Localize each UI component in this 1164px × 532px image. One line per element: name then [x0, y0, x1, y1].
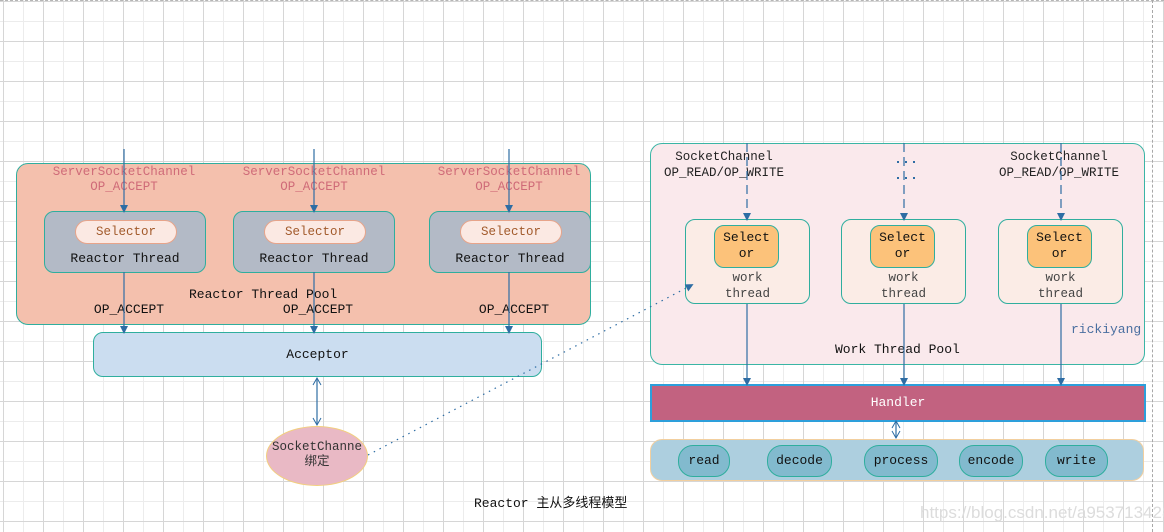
op-accept-label-3: OP_ACCEPT — [478, 302, 550, 317]
reactor-thread-1[interactable]: Selector Reactor Thread — [44, 211, 206, 273]
work-selector-3[interactable]: Select or — [1027, 225, 1092, 268]
op-encode[interactable]: encode — [959, 445, 1023, 477]
work-thread-text: thread — [1037, 287, 1083, 301]
channel-event: OP_READ/OP_WRITE — [998, 166, 1120, 180]
op-read[interactable]: read — [678, 445, 730, 477]
reactor-thread-2[interactable]: Selector Reactor Thread — [233, 211, 395, 273]
channel-name: ServerSocketChannel — [52, 165, 196, 179]
reactor-thread-label: Reactor Thread — [455, 251, 565, 266]
selector-text: Select — [1036, 230, 1083, 245]
selector-text: or — [894, 246, 911, 261]
work-thread-label: work thread — [999, 270, 1122, 302]
reactor-thread-3[interactable]: Selector Reactor Thread — [429, 211, 591, 273]
bind-line-1: SocketChanne — [271, 440, 362, 454]
channel-name: SocketChannel — [675, 150, 773, 164]
work-thread-text: thread — [880, 287, 926, 301]
bind-line-2: 绑定 — [304, 455, 330, 469]
op-decode[interactable]: decode — [767, 445, 832, 477]
selector-2[interactable]: Selector — [264, 220, 366, 244]
selector-1[interactable]: Selector — [75, 220, 177, 244]
server-socket-channel-label-1: ServerSocketChannel OP_ACCEPT — [34, 165, 214, 195]
channel-event: OP_ACCEPT — [90, 180, 158, 194]
op-write[interactable]: write — [1045, 445, 1108, 477]
work-thread-text: work — [1045, 271, 1076, 285]
reactor-thread-label: Reactor Thread — [259, 251, 369, 266]
canvas-right-border — [1152, 0, 1153, 532]
work-selector-1[interactable]: Select or — [714, 225, 779, 268]
selector-text: or — [738, 246, 755, 261]
author-label: rickiyang — [1071, 322, 1142, 337]
socket-channel-label-1: SocketChannel OP_READ/OP_WRITE — [639, 149, 809, 181]
canvas-top-border — [0, 0, 1164, 1]
selector-text: or — [1051, 246, 1068, 261]
channel-name: ServerSocketChannel — [437, 165, 581, 179]
work-thread-label: work thread — [842, 270, 965, 302]
work-selector-2[interactable]: Select or — [870, 225, 935, 268]
op-accept-label-1: OP_ACCEPT — [93, 302, 165, 317]
diagram-caption: Reactor 主从多线程模型 — [474, 496, 628, 511]
server-socket-channel-label-3: ServerSocketChannel OP_ACCEPT — [419, 165, 599, 195]
server-socket-channel-label-2: ServerSocketChannel OP_ACCEPT — [224, 165, 404, 195]
work-thread-label: work thread — [686, 270, 809, 302]
work-thread-2[interactable]: Select or work thread — [841, 219, 966, 304]
channel-event: OP_ACCEPT — [475, 180, 543, 194]
handler-box[interactable]: Handler — [650, 384, 1146, 422]
work-pool-label: Work Thread Pool — [835, 342, 960, 357]
reactor-pool-label: Reactor Thread Pool — [189, 287, 338, 302]
op-process[interactable]: process — [864, 445, 938, 477]
pipeline-operations-bar: read decode process encode write — [650, 439, 1144, 481]
channel-name: ServerSocketChannel — [242, 165, 386, 179]
socket-channel-bind-node[interactable]: SocketChanne 绑定 — [266, 426, 368, 486]
work-thread-1[interactable]: Select or work thread — [685, 219, 810, 304]
work-thread-text: work — [732, 271, 763, 285]
op-accept-label-2: OP_ACCEPT — [282, 302, 354, 317]
selector-text: Select — [879, 230, 926, 245]
selector-3[interactable]: Selector — [460, 220, 562, 244]
socket-channel-label-3: SocketChannel OP_READ/OP_WRITE — [974, 149, 1144, 181]
work-thread-text: work — [888, 271, 919, 285]
work-thread-3[interactable]: Select or work thread — [998, 219, 1123, 304]
channel-event: OP_READ/OP_WRITE — [663, 166, 785, 180]
work-thread-text: thread — [724, 287, 770, 301]
reactor-thread-label: Reactor Thread — [70, 251, 180, 266]
watermark: https://blog.csdn.net/a953713428 — [920, 503, 1164, 522]
channel-event: OP_ACCEPT — [280, 180, 348, 194]
channel-name: SocketChannel — [1010, 150, 1108, 164]
acceptor-box[interactable]: Acceptor — [93, 332, 542, 377]
selector-text: Select — [723, 230, 770, 245]
